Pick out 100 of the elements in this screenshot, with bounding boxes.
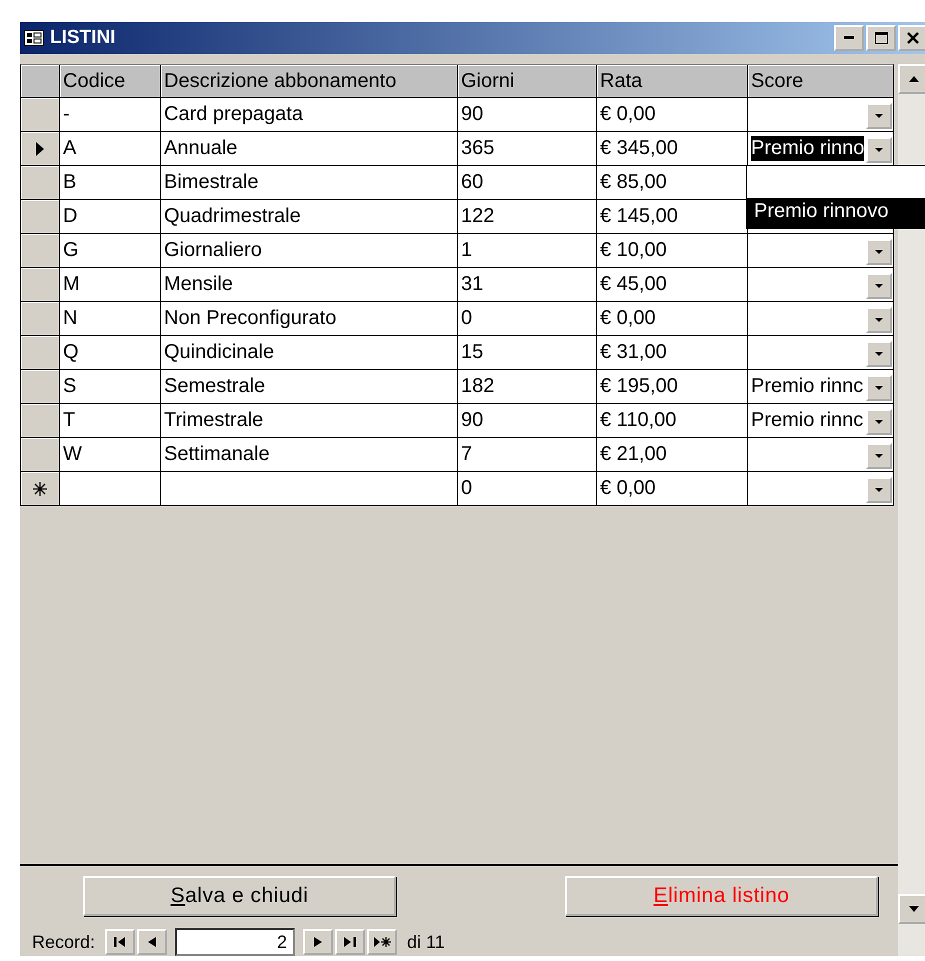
dropdown-button[interactable] xyxy=(866,137,892,163)
caret-icon xyxy=(875,318,883,322)
score-cell[interactable] xyxy=(748,302,893,335)
score-value: Premio rinnc xyxy=(751,374,864,399)
table-cell: € 10,00 xyxy=(597,234,747,267)
table-cell: 31 xyxy=(458,268,596,301)
last-record-button[interactable] xyxy=(335,929,366,955)
dropdown-button[interactable] xyxy=(866,477,892,503)
record-label: Record: xyxy=(32,932,96,952)
table-cell: € 145,00 xyxy=(597,200,747,233)
close-icon xyxy=(907,32,919,44)
table-cell: Mensile xyxy=(161,268,457,301)
table-cell: Card prepagata xyxy=(161,98,457,131)
previous-record-button[interactable] xyxy=(137,929,168,955)
scroll-down-button[interactable] xyxy=(898,894,925,924)
score-cell[interactable] xyxy=(748,268,893,301)
dropdown-button[interactable] xyxy=(866,103,892,129)
up-arrow-icon xyxy=(909,76,919,82)
first-record-icon xyxy=(114,937,126,947)
score-cell[interactable]: Premio rinno xyxy=(748,132,893,165)
next-icon xyxy=(314,937,322,947)
table-cell: 7 xyxy=(458,438,596,471)
column-header[interactable]: Giorni xyxy=(458,65,596,97)
table-cell: € 0,00 xyxy=(597,98,747,131)
column-header[interactable]: Rata xyxy=(597,65,747,97)
column-header[interactable]: Score xyxy=(748,65,893,97)
table-cell: 0 xyxy=(458,302,596,335)
table-cell: 122 xyxy=(458,200,596,233)
table-cell: Trimestrale xyxy=(161,404,457,437)
dropdown-button[interactable] xyxy=(866,273,892,299)
caret-icon xyxy=(875,250,883,254)
table-cell: € 21,00 xyxy=(597,438,747,471)
current-row-icon xyxy=(35,140,45,156)
new-record-icon xyxy=(32,480,48,496)
vertical-scrollbar[interactable] xyxy=(898,64,925,956)
dropdown-button[interactable] xyxy=(866,307,892,333)
caret-icon xyxy=(875,420,883,424)
table-cell: Quindicinale xyxy=(161,336,457,369)
maximize-button[interactable] xyxy=(866,25,896,51)
dropdown-button[interactable] xyxy=(866,409,892,435)
score-cell[interactable]: Premio rinnc xyxy=(748,370,893,403)
table-cell: W xyxy=(60,438,160,471)
table-cell: 60 xyxy=(458,166,596,199)
row-selector[interactable] xyxy=(21,132,59,165)
save-button[interactable]: Salva e chiudi xyxy=(83,876,396,916)
maximize-icon xyxy=(874,32,888,44)
dropdown-button[interactable] xyxy=(866,375,892,401)
row-selector[interactable] xyxy=(21,472,59,505)
table-cell: 90 xyxy=(458,98,596,131)
dropdown-button[interactable] xyxy=(866,443,892,469)
new-record-icon xyxy=(374,937,391,947)
next-record-button[interactable] xyxy=(303,929,334,955)
new-record-button[interactable] xyxy=(367,929,398,955)
caret-icon xyxy=(875,454,883,458)
table-cell: A xyxy=(60,132,160,165)
table-cell: N xyxy=(60,302,160,335)
dropdown-button[interactable] xyxy=(866,341,892,367)
down-arrow-icon xyxy=(909,906,919,912)
table-cell: Bimestrale xyxy=(161,166,457,199)
score-cell[interactable]: Premio rinnc xyxy=(748,404,893,437)
previous-icon xyxy=(148,937,156,947)
table-cell: 365 xyxy=(458,132,596,165)
table-cell: € 85,00 xyxy=(597,166,747,199)
score-cell[interactable] xyxy=(748,438,893,471)
caret-icon xyxy=(875,114,883,118)
first-record-button[interactable] xyxy=(105,929,136,955)
column-header[interactable]: Codice xyxy=(60,65,160,97)
close-button[interactable] xyxy=(898,25,925,51)
score-cell[interactable] xyxy=(748,472,893,505)
dropdown-button[interactable] xyxy=(866,239,892,265)
column-header[interactable]: Descrizione abbonamento xyxy=(161,65,457,97)
dropdown-option[interactable]: Premio rinnovo xyxy=(747,198,925,228)
minimize-icon xyxy=(844,36,854,40)
record-number-field[interactable]: 2 xyxy=(175,928,296,956)
form-icon xyxy=(24,30,44,46)
caret-icon xyxy=(875,148,883,152)
table-cell: € 345,00 xyxy=(597,132,747,165)
table-cell: 90 xyxy=(458,404,596,437)
table-cell: 182 xyxy=(458,370,596,403)
scroll-up-button[interactable] xyxy=(898,64,925,94)
score-cell[interactable] xyxy=(748,336,893,369)
table-cell: 1 xyxy=(458,234,596,267)
caret-icon xyxy=(875,284,883,288)
last-record-icon xyxy=(344,937,356,947)
table-cell: Non Preconfigurato xyxy=(161,302,457,335)
table-cell: D xyxy=(60,200,160,233)
table-cell: Q xyxy=(60,336,160,369)
table-cell: T xyxy=(60,404,160,437)
caret-icon xyxy=(875,352,883,356)
table-cell: 0 xyxy=(458,472,596,505)
table-cell: € 110,00 xyxy=(597,404,747,437)
score-value: Premio rinnc xyxy=(751,408,864,433)
score-cell[interactable] xyxy=(748,234,893,267)
table-cell: Annuale xyxy=(161,132,457,165)
window-title: LISTINI xyxy=(50,27,116,49)
minimize-button[interactable] xyxy=(834,25,864,51)
score-cell[interactable] xyxy=(748,98,893,131)
table-cell: G xyxy=(60,234,160,267)
table-cell: € 31,00 xyxy=(597,336,747,369)
score-value: Premio rinno xyxy=(751,136,864,161)
